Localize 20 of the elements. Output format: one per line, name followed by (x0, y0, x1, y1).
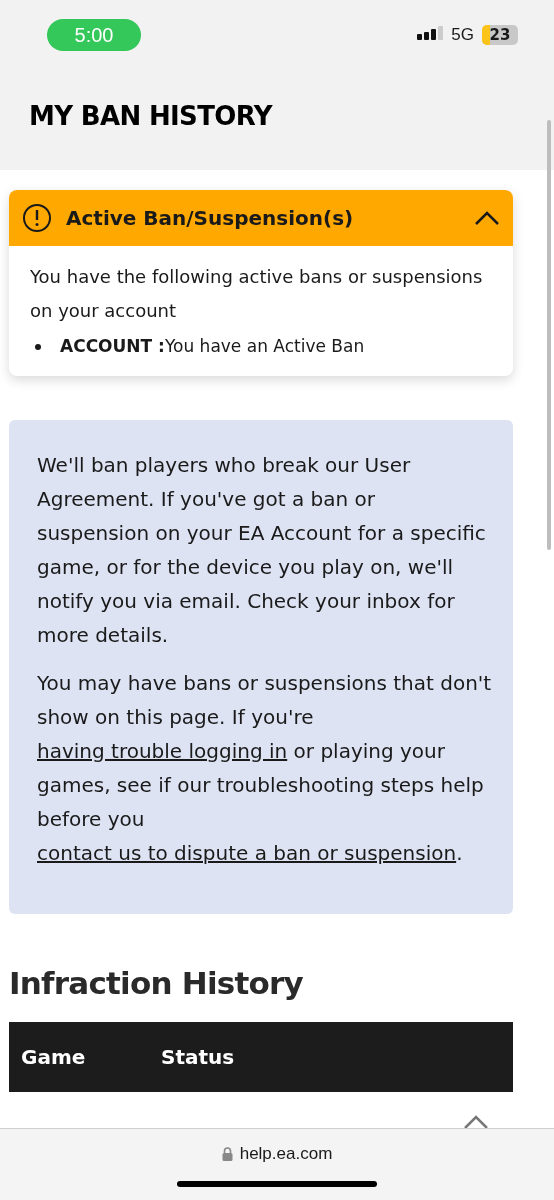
chevron-up-icon[interactable] (463, 1114, 489, 1130)
bullet-icon (35, 343, 41, 350)
chevron-up-icon (474, 210, 500, 226)
warning-icon (22, 203, 52, 233)
alert-header[interactable]: Active Ban/Suspension(s) (9, 190, 513, 246)
section-heading: Infraction History (9, 963, 304, 1003)
help-link[interactable]: having trouble logging in (37, 738, 288, 763)
column-header: Status (161, 1044, 235, 1071)
info-paragraph: You may have bans or suspensions that don't show on this page. If you're having trouble logging in or playing your games, see if our troubleshooting steps help before you contact us to dispute a ban or suspension. (37, 669, 493, 867)
ban-entry: ACCOUNT :You have an Active Ban (60, 335, 365, 358)
battery-indicator: 23 (482, 25, 518, 45)
info-paragraph: We'll ban players who break our User Agreement. If you've got a ban or suspension on your EA Account for a specific game, or for the device you play on, we'll notify you via email. Check your inbox for more details. (37, 451, 487, 649)
column-header: Game (21, 1044, 87, 1071)
page-title: MY BAN HISTORY (28, 100, 274, 133)
alert-text: You have the following active bans or suspensions on your account (30, 265, 484, 323)
network-label: 5G (451, 24, 474, 47)
clock: 5:00 (47, 19, 141, 51)
lock-icon (221, 1146, 233, 1161)
help-link[interactable]: contact us to dispute a ban or suspension (37, 840, 457, 865)
url-text[interactable]: help.ea.com (239, 1141, 333, 1167)
